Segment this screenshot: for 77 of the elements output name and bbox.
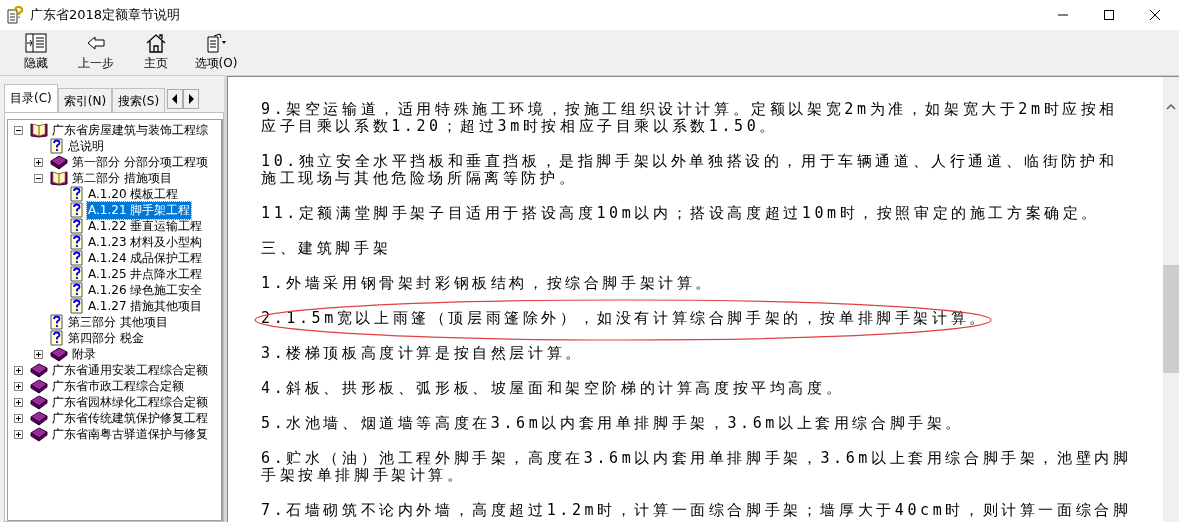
tree-item[interactable]: 广东省市政工程综合定额: [51, 377, 185, 395]
toolbar-button[interactable]: 隐藏: [6, 30, 66, 74]
help-page-icon: [50, 138, 64, 154]
tree-item[interactable]: A.1.20 模板工程: [87, 185, 180, 203]
tree-item[interactable]: A.1.22 垂直运输工程: [87, 217, 204, 235]
book-icon: [30, 426, 48, 442]
hide-pane-icon: [24, 32, 48, 54]
scroll-right-icon[interactable]: [183, 89, 200, 109]
help-page-icon: [70, 202, 84, 218]
paragraph: 三、建筑脚手架: [261, 240, 392, 257]
help-page-icon: [50, 314, 64, 330]
help-page-icon: [70, 282, 84, 298]
tab[interactable]: 索引(N): [57, 88, 113, 112]
expand-toggle[interactable]: [34, 349, 46, 359]
window-title: 广东省2018定额章节说明: [30, 6, 181, 24]
paragraph: 1.外墙采用钢骨架封彩钢板结构，按综合脚手架计算。: [261, 275, 715, 292]
expand-toggle[interactable]: [14, 429, 26, 439]
tree-item[interactable]: 第三部分 其他项目: [67, 313, 169, 331]
collapse-toggle[interactable]: [34, 173, 46, 183]
tree-item[interactable]: 广东省传统建筑保护修复工程: [51, 409, 209, 427]
close-icon[interactable]: [1149, 9, 1161, 21]
paragraph: 11.定额满堂脚手架子目适用于搭设高度10m以内；搭设高度超过10m时，按照审定的施工方案确定。: [261, 205, 1101, 222]
help-page-icon: [70, 250, 84, 266]
expand-toggle[interactable]: [14, 397, 26, 407]
tree-item[interactable]: 第四部分 税金: [67, 329, 145, 347]
help-page-icon: [70, 234, 84, 250]
help-page-icon: [70, 186, 84, 202]
book-icon: [50, 154, 68, 170]
toolbar-button[interactable]: 上一步: [66, 30, 126, 74]
tree-item[interactable]: 第二部分 措施项目: [71, 169, 173, 187]
tree-item[interactable]: 广东省房屋建筑与装饰工程综: [51, 121, 209, 139]
book-icon: [30, 378, 48, 394]
paragraph: 2.1.5m宽以上雨篷（顶层雨篷除外），如没有计算综合脚手架的，按单排脚手架计算。: [261, 310, 988, 327]
book-icon: [50, 346, 68, 362]
options-icon: [204, 32, 228, 54]
book-icon: [30, 362, 48, 378]
paragraph: 6.贮水（油）池工程外脚手架，高度在3.6m以内套用单排脚手架，3.6m以上套用综合脚手架，池壁内脚 手架按单排脚手架计算。: [261, 450, 1132, 484]
scroll-left-icon[interactable]: [167, 89, 184, 109]
tree-item[interactable]: A.1.26 绿色施工安全: [87, 281, 204, 299]
help-file-icon: [6, 6, 24, 24]
paragraph: 10.独立安全水平挡板和垂直挡板，是指脚手架以外单独搭设的，用于车辆通道、人行通道、临街防护和 施工现场与其他危险场所隔离等防护。: [261, 153, 1118, 187]
tree-item[interactable]: A.1.27 措施其他项目: [87, 297, 204, 315]
help-page-icon: [50, 330, 64, 346]
paragraph: 9.架空运输道，适用特殊施工环境，按施工组织设计计算。定额以架宽2m为准，如架宽大于2m时应按相 应子目乘以系数1.20；超过3m时按相应子目乘以系数1.50。: [261, 101, 1118, 135]
tree-item[interactable]: 第一部分 分部分项工程项: [71, 153, 209, 171]
paragraph: 4.斜板、拱形板、弧形板、坡屋面和架空阶梯的计算高度按平均高度。: [261, 380, 845, 397]
tree-item[interactable]: 广东省园林绿化工程综合定额: [51, 393, 209, 411]
book-icon: [30, 394, 48, 410]
tab[interactable]: 搜索(S): [112, 88, 166, 112]
help-page-icon: [70, 298, 84, 314]
expand-toggle[interactable]: [14, 365, 26, 375]
toolbar-button[interactable]: 主页: [126, 30, 186, 74]
home-icon: [144, 32, 168, 54]
tree-item[interactable]: A.1.23 材料及小型构: [87, 233, 204, 251]
tree-item[interactable]: 附录: [71, 345, 97, 363]
maximize-icon[interactable]: [1103, 9, 1115, 21]
tree-item[interactable]: 总说明: [67, 137, 105, 155]
tab[interactable]: 目录(C): [4, 84, 58, 112]
paragraph: 7.石墙砌筑不论内外墙，高度超过1.2m时，计算一面综合脚手架；墙厚大于40cm时，则计算一面综合脚: [261, 502, 1132, 519]
paragraph: 3.楼梯顶板高度计算是按自然层计算。: [261, 345, 584, 362]
expand-toggle[interactable]: [34, 157, 46, 167]
tree-item[interactable]: A.1.21 脚手架工程: [87, 201, 192, 219]
tree-item[interactable]: A.1.25 井点降水工程: [87, 265, 204, 283]
expand-toggle[interactable]: [14, 381, 26, 391]
paragraph: 5.水池墙、烟道墙等高度在3.6m以内套用单排脚手架，3.6m以上套用综合脚手架。: [261, 415, 964, 432]
open-book-icon: [50, 170, 68, 186]
tree-item[interactable]: A.1.24 成品保护工程: [87, 249, 204, 267]
tree-item[interactable]: 广东省通用安装工程综合定额: [51, 361, 209, 379]
help-page-icon: [70, 266, 84, 282]
collapse-toggle[interactable]: [14, 125, 26, 135]
help-page-icon: [70, 218, 84, 234]
expand-toggle[interactable]: [14, 413, 26, 423]
toolbar-button[interactable]: 选项(O): [186, 30, 246, 74]
scrollbar-thumb[interactable]: [1163, 265, 1179, 373]
book-icon: [30, 410, 48, 426]
tree-item[interactable]: 广东省南粤古驿道保护与修复: [51, 425, 209, 443]
open-book-icon: [30, 122, 48, 138]
